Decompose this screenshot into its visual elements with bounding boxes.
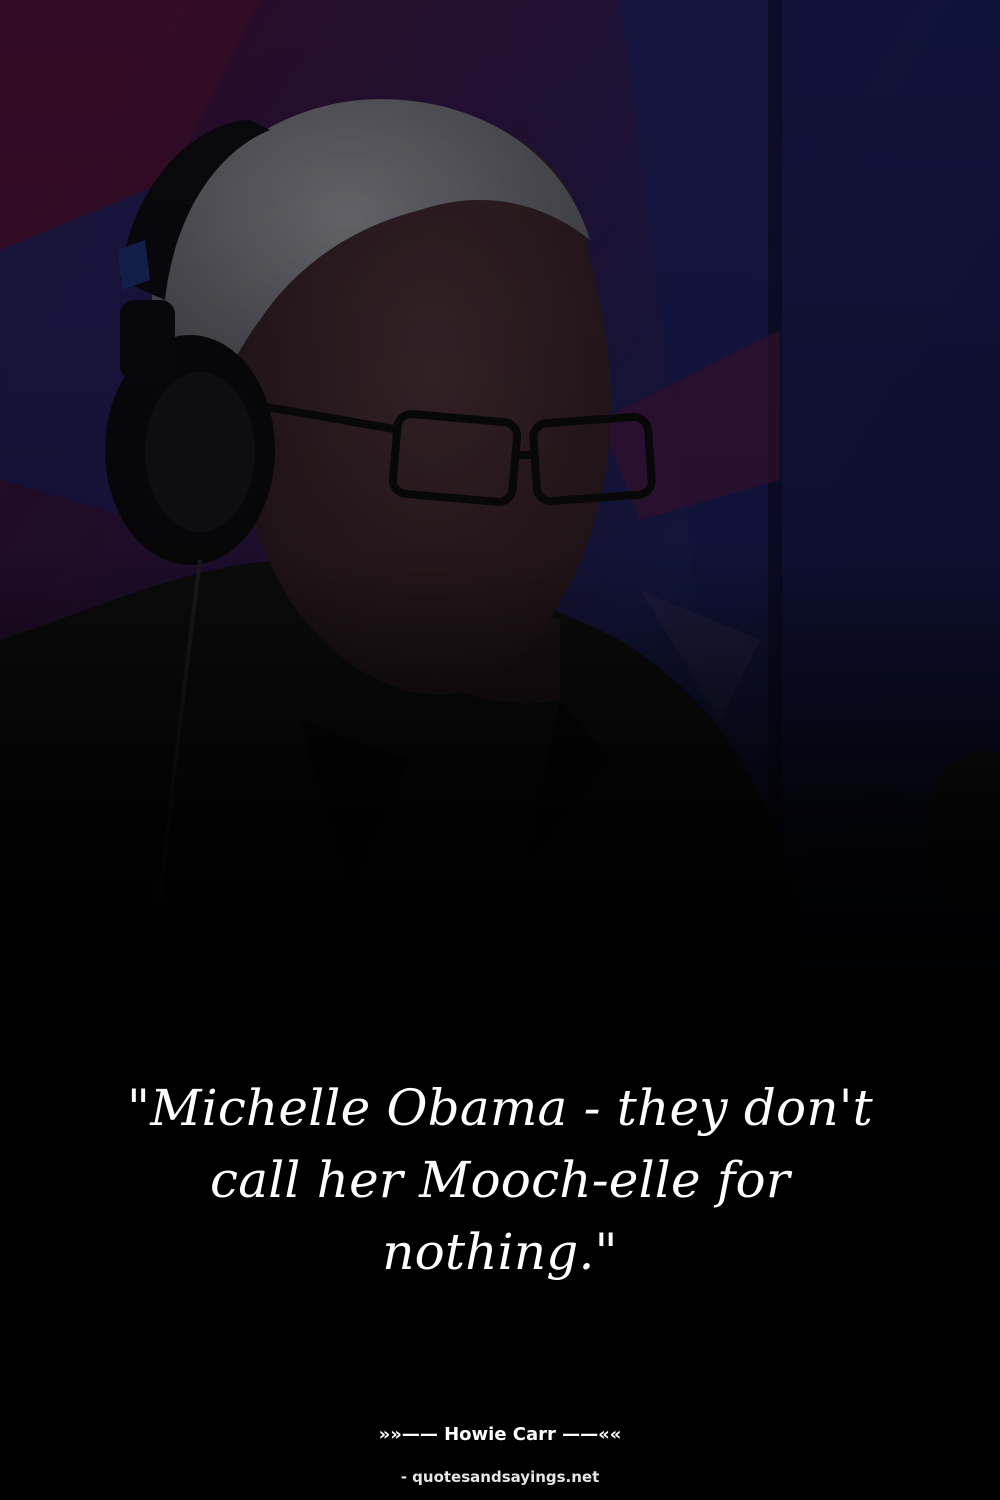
author-attribution: »»—— Howie Carr ——««: [378, 1424, 622, 1445]
background-photo: [0, 0, 1000, 1000]
quote-text: "Michelle Obama - they don't call her Mo…: [127, 1079, 873, 1281]
quote-card: "Michelle Obama - they don't call her Mo…: [0, 0, 1000, 1500]
source-credit: - quotesandsayings.net: [400, 1468, 600, 1486]
